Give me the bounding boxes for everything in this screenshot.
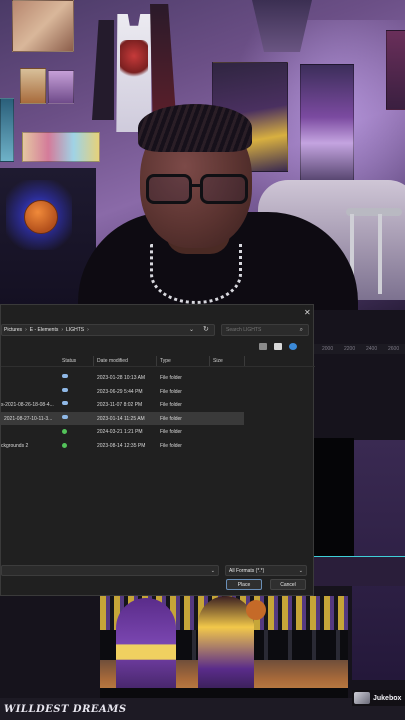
search-box[interactable]: ⌕ [221,324,309,336]
file-name: s-2021-08-26-18-08-4... [1,402,54,408]
column-header-type[interactable]: Type [160,358,171,364]
jersey-logo [120,40,148,80]
refresh-icon[interactable]: ↻ [203,325,209,333]
person-hair [138,104,252,152]
file-date: 2023-01-28 10:13 AM [97,375,146,381]
ruler-tick: 2600 [388,346,400,352]
brand-watermark: WILLDEST DREAMS [4,704,127,715]
chain-necklace [150,244,242,304]
close-icon[interactable]: ✕ [304,308,311,317]
file-type: File folder [160,415,182,422]
column-header-size[interactable]: Size [213,358,223,364]
file-date: 2023-06-29 5:44 PM [97,388,143,395]
table-row[interactable]: 2023-06-29 5:44 PM File folder [1,385,315,399]
timeline-ruler: 2000 2200 2400 2600 [314,344,405,354]
file-type: File folder [160,429,182,435]
cloud-icon [62,374,68,378]
column-header-status[interactable]: Status [62,358,76,364]
crutch [346,208,402,216]
file-type: File folder [160,388,182,395]
search-input[interactable] [226,327,300,333]
table-row[interactable]: 2023-01-28 10:13 AM File folder [1,371,315,385]
file-name: ckgrounds 2 [1,442,29,449]
view-options [259,343,297,350]
wall-poster [20,68,46,104]
ruler-tick: 2000 [322,346,334,352]
ruler-tick: 2400 [366,346,378,352]
breadcrumb-item[interactable]: Pictures [4,327,22,333]
basketball [246,600,266,620]
synced-icon [62,442,67,448]
table-row-selected[interactable]: 2021-08-27-10-11-3... 2023-01-14 11:25 A… [1,411,244,425]
view-mode-icon[interactable] [259,343,267,350]
chevron-down-icon[interactable]: ⌄ [189,326,194,333]
file-name-field[interactable]: ⌄ [1,565,219,576]
filter-value: All Formats (*.*) [229,567,265,574]
column-header-row: Status Date modified Type Size [1,355,315,367]
wall-poster [386,30,405,110]
file-list: Status Date modified Type Size 2023-01-2… [1,355,315,452]
place-button[interactable]: Place [226,579,262,590]
wall-poster [300,64,354,196]
glasses [146,174,192,204]
column-divider[interactable] [156,356,157,366]
file-open-dialog: ✕ Pictures › E - Elements › LIGHTS › ⌄ ↻… [0,304,315,596]
address-bar[interactable]: Pictures › E - Elements › LIGHTS › [1,324,215,336]
screen: 2000 2200 2400 2600 WILLDEST DREAMS Juke… [0,0,405,720]
chevron-right-icon: › [61,327,64,333]
timeline-strip[interactable] [314,556,405,586]
cloud-icon [62,401,68,405]
file-date: 2024-03-21 1:21 PM [97,429,143,435]
cloud-icon [62,414,68,419]
jukebox-thumbnail [354,692,370,704]
wall-poster [22,132,100,162]
table-row[interactable]: 2024-03-21 1:21 PM File folder [1,425,315,439]
basketball [24,200,58,234]
file-date: 2023-08-14 12:35 PM [97,442,146,449]
glasses-bridge [190,184,202,187]
column-divider[interactable] [209,356,210,366]
wall-poster [0,98,14,162]
jukebox-badge: Jukebox [352,690,405,706]
hanging-jersey [150,4,176,116]
chevron-right-icon: › [25,327,27,333]
jukebox-label: Jukebox [373,694,402,702]
breadcrumb-item[interactable]: E - Elements [30,327,59,333]
webcam-feed [0,0,405,310]
player [116,598,176,700]
cloud-icon [62,387,68,392]
file-date: 2023-01-14 11:25 AM [97,415,145,422]
wall-poster [12,0,74,52]
hanging-jersey [92,20,114,120]
crutch [378,214,382,294]
chevron-down-icon[interactable]: ⌄ [211,568,215,574]
glasses [200,174,248,204]
chevron-right-icon: › [87,327,89,333]
arena-photo [100,596,348,700]
file-type: File folder [160,442,182,449]
search-icon[interactable]: ⌕ [300,327,303,334]
wall-poster [48,70,74,104]
help-icon[interactable] [289,343,297,350]
file-name: 2021-08-27-10-11-3... [4,415,53,422]
file-date: 2023-11-07 8:02 PM [97,402,143,408]
column-divider[interactable] [93,356,94,366]
canvas-dark-area [314,438,354,556]
table-row[interactable]: ckgrounds 2 2023-08-14 12:35 PM File fol… [1,439,315,453]
preview-pane-icon[interactable] [274,343,282,350]
file-type-filter[interactable]: All Formats (*.*) ⌄ [225,565,307,576]
column-divider[interactable] [244,356,245,366]
column-header-date[interactable]: Date modified [97,358,128,364]
table-row[interactable]: s-2021-08-26-18-08-4... 2023-11-07 8:02 … [1,398,315,412]
synced-icon [62,429,67,434]
ruler-tick: 2200 [344,346,356,352]
breadcrumb-item[interactable]: LIGHTS [66,327,84,333]
chevron-down-icon[interactable]: ⌄ [299,568,303,574]
file-type: File folder [160,402,182,408]
cancel-button[interactable]: Cancel [270,579,306,590]
file-type: File folder [160,375,182,381]
